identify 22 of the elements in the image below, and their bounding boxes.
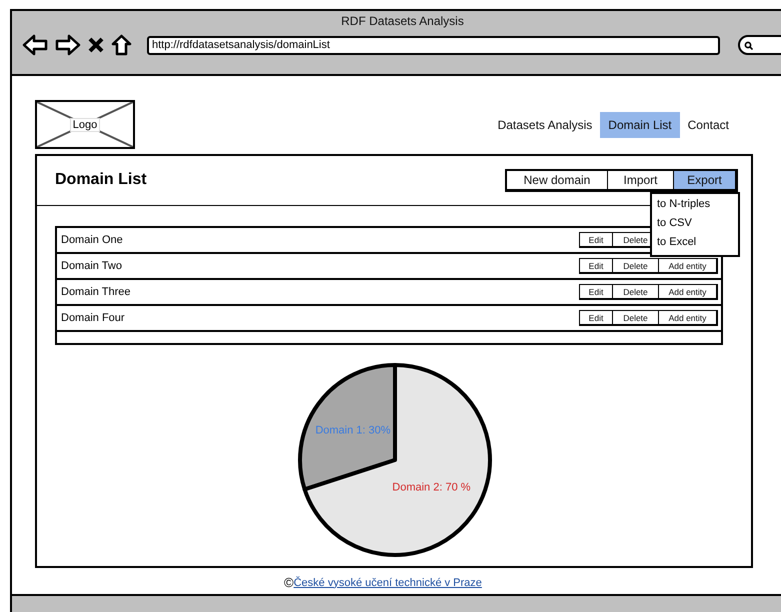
nav-link[interactable]: Datasets Analysis (490, 112, 600, 138)
menu-item[interactable]: to CSV (652, 215, 738, 234)
domain-name: Domain Two (61, 260, 122, 272)
nav-link[interactable]: Contact (680, 112, 737, 138)
back-icon[interactable] (22, 34, 48, 56)
logo-text: Logo (70, 118, 100, 132)
domain-name: Domain One (61, 234, 123, 246)
window-title: RDF Datasets Analysis (341, 14, 464, 28)
toolbar-button[interactable]: Export (673, 170, 735, 188)
slice-label: Domain 1: 30% (315, 424, 391, 436)
url-field[interactable]: http://rdfdatasetsanalysis/domainList (147, 36, 720, 54)
domain-name: Domain Four (61, 312, 125, 324)
slice-label: Domain 2: 70 % (392, 481, 471, 494)
forward-icon[interactable] (55, 34, 81, 56)
domain-name: Domain Three (61, 286, 130, 298)
panel-title: Domain List (55, 171, 147, 189)
copyright-symbol: © (284, 575, 294, 590)
search-icon (744, 40, 753, 50)
nav-link[interactable]: Domain List (600, 112, 680, 138)
menu-item[interactable]: to N-triples (652, 196, 738, 215)
footer-link[interactable]: České vysoké učení technické v Praze (294, 576, 482, 588)
close-icon[interactable] (88, 37, 104, 53)
